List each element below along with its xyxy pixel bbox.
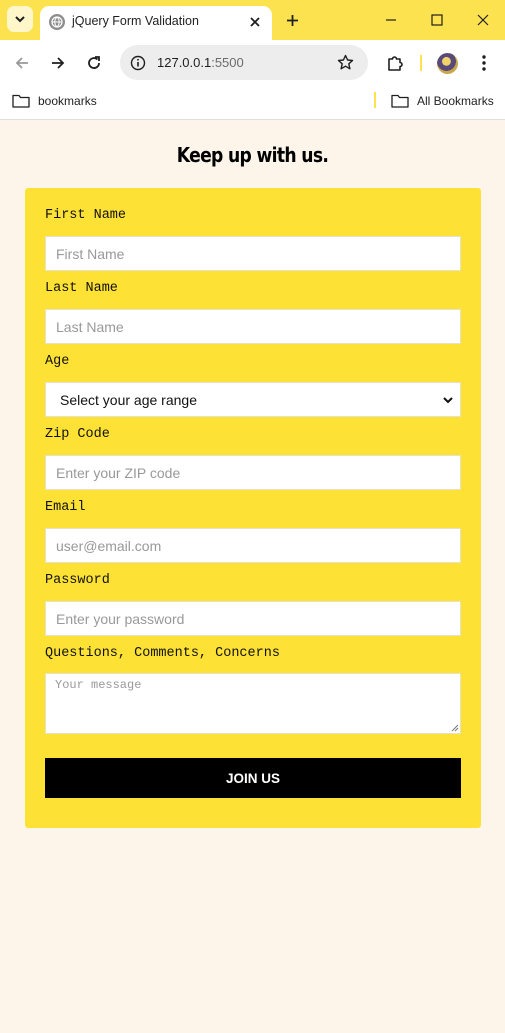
first-name-label: First Name [45,208,127,223]
last-name-label: Last Name [45,281,118,296]
browser-toolbar: 127.0.0.1:5500 [0,40,505,85]
page-title: Keep up with us. [176,143,329,167]
minimize-icon [386,19,396,21]
bookmark-label: All Bookmarks [417,94,494,108]
reload-button[interactable] [82,51,106,75]
bookmark-folder-bookmarks[interactable]: bookmarks [12,93,97,109]
minimize-button[interactable] [380,9,402,31]
globe-icon [49,14,65,30]
folder-icon [391,94,409,108]
close-icon [250,17,260,27]
url-text: 127.0.0.1:5500 [157,55,244,70]
plus-icon [286,14,298,26]
tab-strip: jQuery Form Validation [0,0,505,40]
close-window-button[interactable] [472,9,494,31]
tab-search-button[interactable] [7,6,33,32]
password-input[interactable]: Enter your password [45,601,461,636]
url-host: 127.0.0.1 [157,55,212,70]
chevron-down-icon [443,397,453,404]
browser-tab[interactable]: jQuery Form Validation [40,6,272,40]
resize-handle-icon[interactable] [450,723,459,732]
tab-close-button[interactable] [246,13,264,31]
browser-menu-button[interactable] [472,51,496,75]
forward-button[interactable] [46,51,70,75]
folder-icon [12,94,30,108]
tab-title: jQuery Form Validation [72,14,199,28]
message-label: Questions, Comments, Concerns [45,646,280,661]
last-name-input[interactable]: Last Name [45,309,461,344]
arrow-left-icon [15,57,28,69]
new-tab-button[interactable] [281,9,303,31]
url-port: :5500 [211,55,244,70]
toolbar-divider [420,55,422,71]
zip-code-input[interactable]: Enter your ZIP code [45,455,461,490]
bookmark-star-button[interactable] [336,53,355,72]
profile-avatar[interactable] [437,53,458,74]
age-label: Age [45,354,70,369]
password-label: Password [45,573,110,588]
join-us-button[interactable]: JOIN US [45,758,461,798]
arrow-right-icon [52,57,65,69]
address-bar[interactable]: 127.0.0.1:5500 [120,45,368,80]
message-textarea[interactable]: Your message [45,673,461,734]
maximize-button[interactable] [426,9,448,31]
message-placeholder: Your message [55,678,142,692]
back-button[interactable] [10,51,34,75]
close-icon [477,14,489,26]
bookmarks-divider [374,92,376,108]
email-label: Email [45,500,86,515]
maximize-icon [431,14,443,26]
email-input[interactable]: user@email.com [45,528,461,563]
bookmark-label: bookmarks [38,94,97,108]
star-icon [337,54,354,70]
site-info-icon[interactable] [128,53,147,72]
zip-code-label: Zip Code [45,427,110,442]
age-select-value: Select your age range [60,391,197,408]
extensions-button[interactable] [383,51,407,75]
age-select[interactable]: Select your age range [45,382,461,417]
puzzle-icon [388,56,403,71]
bookmark-folder-all[interactable]: All Bookmarks [391,93,494,109]
first-name-input[interactable]: First Name [45,236,461,271]
chevron-down-icon [15,16,25,23]
signup-form: First Name First Name Last Name Last Nam… [25,188,481,828]
bookmarks-bar: bookmarks All Bookmarks [0,85,505,120]
more-vertical-icon [482,55,486,71]
reload-icon [88,56,100,69]
